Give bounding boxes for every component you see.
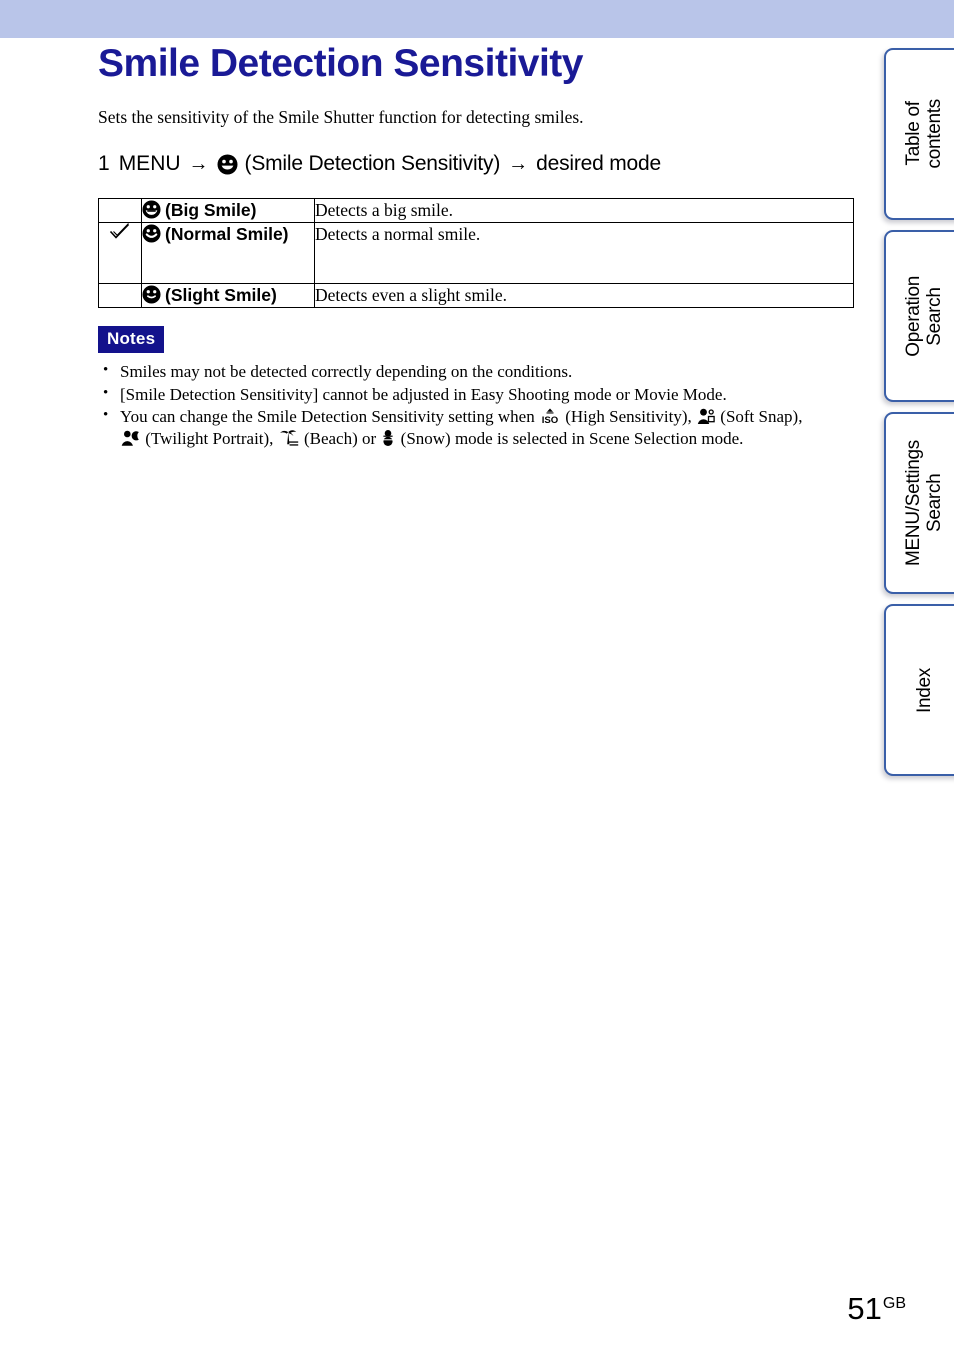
snow-icon	[381, 429, 395, 447]
page-number-value: 51	[847, 1291, 882, 1326]
page-body: Smile Detection Sensitivity Sets the sen…	[0, 38, 878, 1369]
table-row[interactable]: (Normal Smile) Detects a normal smile.	[98, 222, 854, 284]
mode-label-wrap: (Slight Smile)	[142, 284, 314, 307]
mode-label-wrap: (Big Smile)	[142, 199, 314, 222]
step-number: 1	[98, 152, 110, 175]
iso-high-sensitivity-icon: ISO	[540, 408, 560, 425]
note-label-4: (Beach) or	[303, 428, 377, 448]
tab-inner: Table of contents	[886, 50, 954, 218]
mode-label-text: (Normal Smile)	[165, 224, 289, 244]
note-label-3: (Twilight Portrait),	[145, 428, 274, 448]
step-setting-name: (Smile Detection Sensitivity)	[244, 152, 501, 175]
page-number-suffix: GB	[882, 1294, 906, 1312]
step-instruction: 1 MENU → (Smile Detection Sensitivity) →…	[98, 152, 854, 176]
smiley-normal-smile-icon	[142, 224, 161, 243]
content-column: Smile Detection Sensitivity Sets the sen…	[98, 38, 854, 450]
row-mode-cell: (Normal Smile)	[141, 222, 315, 284]
mode-label-text: (Slight Smile)	[165, 285, 277, 305]
row-selected-marker	[98, 283, 142, 308]
note-text-part-1: You can change the Smile Detection Sensi…	[120, 407, 535, 426]
page-title: Smile Detection Sensitivity	[98, 42, 584, 85]
row-description: Detects a normal smile.	[314, 222, 854, 284]
tab-label: Table of contents	[903, 99, 945, 169]
table-row[interactable]: (Big Smile) Detects a big smile.	[98, 198, 854, 223]
row-selected-marker	[98, 198, 142, 223]
checkmark-icon	[109, 223, 131, 241]
row-mode-cell: (Slight Smile)	[141, 283, 315, 308]
smiley-big-smile-icon	[142, 200, 161, 219]
smiley-slight-smile-icon	[142, 285, 161, 304]
sidebar-item-operation-search[interactable]: Operation Search	[884, 230, 954, 402]
note-label-5: (Snow) mode is selected in Scene Selecti…	[400, 428, 744, 448]
side-tab-navigation: Table of contents Operation Search MENU/…	[884, 48, 954, 786]
tab-inner: Operation Search	[886, 232, 954, 400]
tab-label: Index	[913, 667, 935, 713]
svg-text:ISO: ISO	[542, 415, 559, 425]
beach-icon	[279, 429, 299, 447]
tab-label: Operation Search	[903, 275, 945, 357]
sidebar-item-menu-settings-search[interactable]: MENU/Settings Search	[884, 412, 954, 594]
notes-badge: Notes	[98, 326, 165, 353]
soft-snap-icon	[697, 408, 715, 425]
sidebar-item-index[interactable]: Index	[884, 604, 954, 776]
list-item: Smiles may not be detected correctly dep…	[98, 360, 854, 383]
notes-list: Smiles may not be detected correctly dep…	[98, 360, 854, 449]
intro-paragraph: Sets the sensitivity of the Smile Shutte…	[98, 107, 584, 127]
mode-label-text: (Big Smile)	[165, 200, 257, 220]
tab-inner: MENU/Settings Search	[886, 414, 954, 592]
row-description: Detects even a slight smile.	[314, 283, 854, 308]
mode-label-wrap: (Normal Smile)	[142, 223, 314, 246]
note-label-2: (Soft Snap),	[720, 407, 803, 426]
row-description: Detects a big smile.	[314, 198, 854, 223]
step-target: desired mode	[536, 152, 661, 175]
list-item: [Smile Detection Sensitivity] cannot be …	[98, 383, 854, 406]
notes-section: Notes Smiles may not be detected correct…	[98, 308, 854, 449]
step-arrow-1: →	[188, 152, 209, 175]
note-label-1: (High Sensitivity),	[565, 407, 692, 426]
step-arrow-2: →	[508, 152, 529, 175]
tab-inner: Index	[886, 606, 954, 774]
row-selected-marker	[98, 222, 142, 284]
top-color-band	[0, 0, 954, 38]
step-menu-label: MENU	[118, 152, 181, 175]
smile-modes-table: (Big Smile) Detects a big smile. (Normal…	[98, 198, 854, 308]
tab-label: MENU/Settings Search	[903, 440, 945, 566]
row-mode-cell: (Big Smile)	[141, 198, 315, 223]
page-number: 51GB	[847, 1291, 906, 1327]
smiley-face-icon	[217, 154, 238, 175]
table-row[interactable]: (Slight Smile) Detects even a slight smi…	[98, 283, 854, 308]
sidebar-item-table-of-contents[interactable]: Table of contents	[884, 48, 954, 220]
list-item: You can change the Smile Detection Sensi…	[98, 405, 854, 449]
twilight-portrait-icon	[121, 430, 140, 447]
